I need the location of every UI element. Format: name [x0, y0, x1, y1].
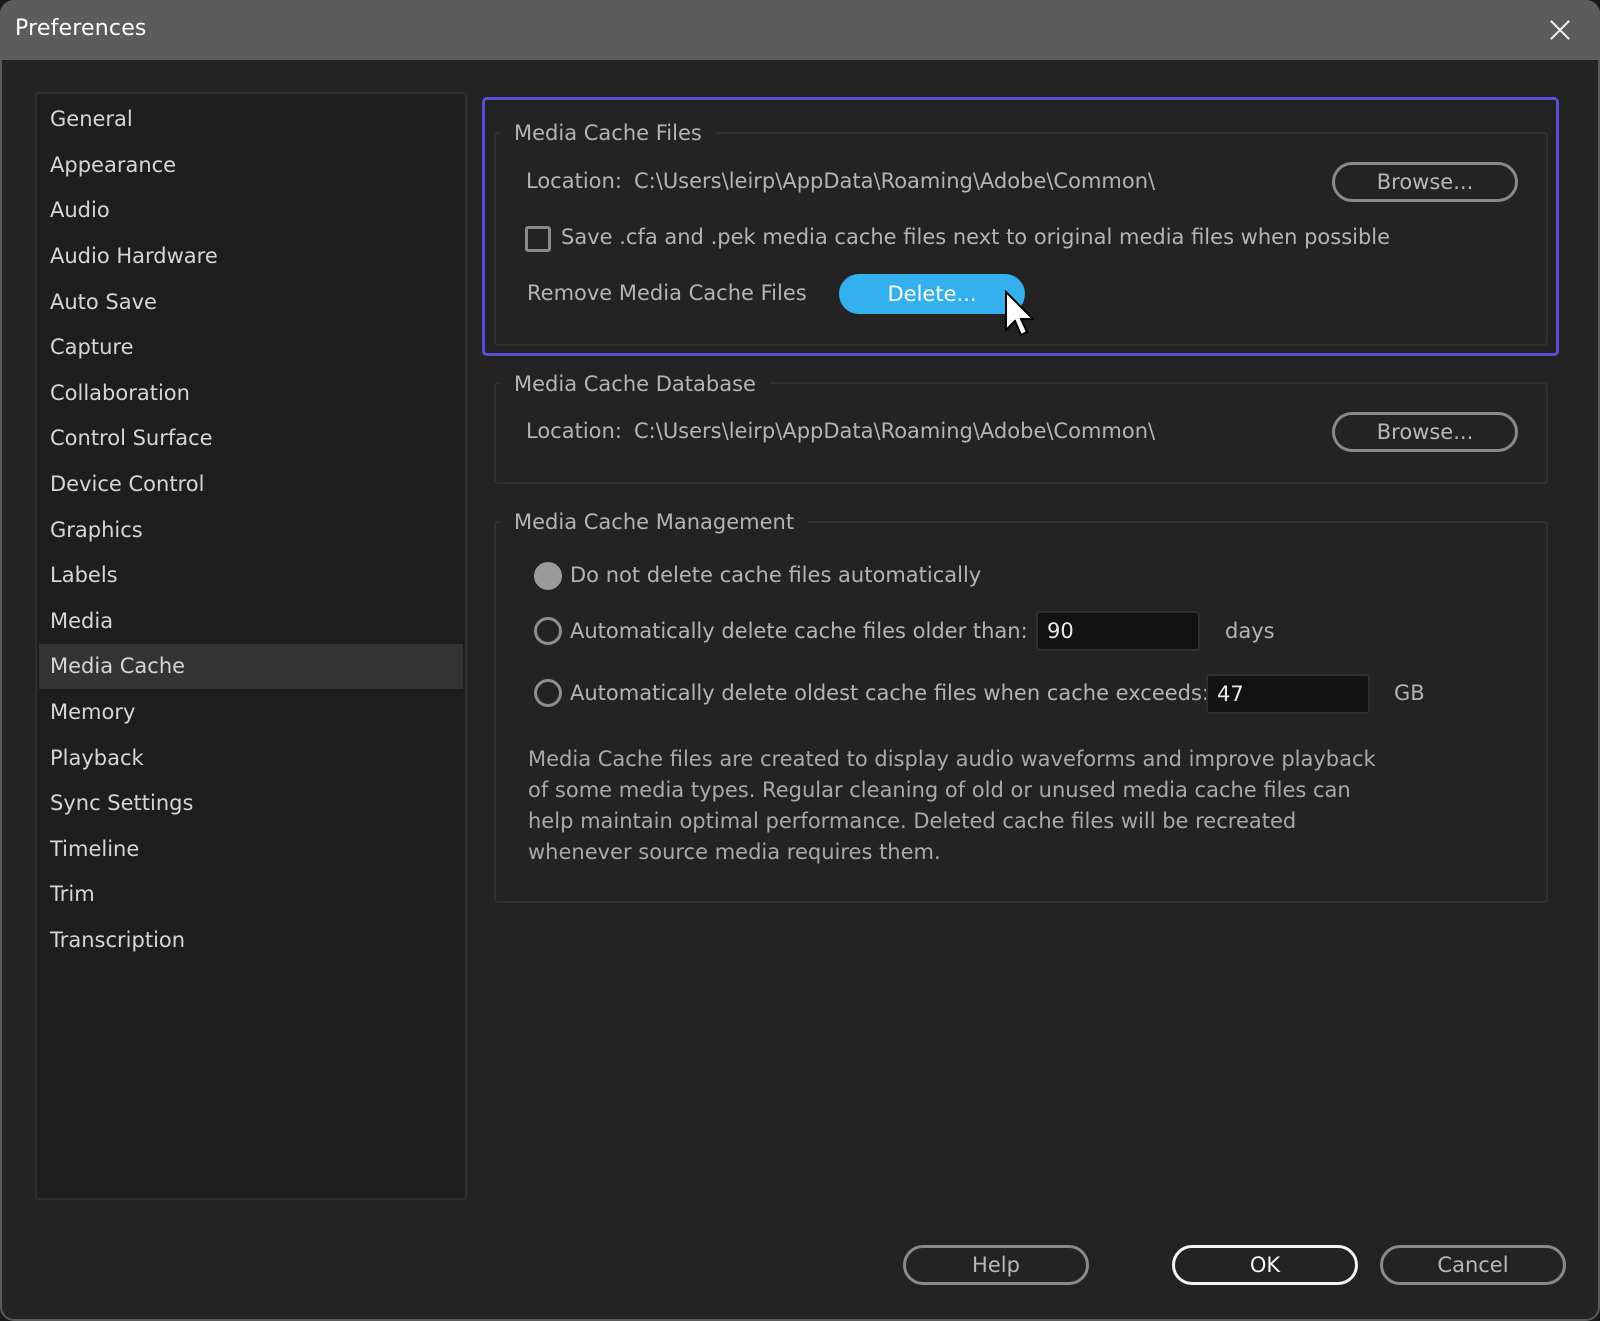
database-browse-button[interactable]: Browse... — [1332, 412, 1518, 452]
media-cache-management-title: Media Cache Management — [500, 508, 809, 536]
preferences-category-list: General Appearance Audio Audio Hardware … — [35, 92, 467, 1200]
save-next-to-original-checkbox[interactable] — [525, 226, 551, 252]
cancel-button[interactable]: Cancel — [1380, 1245, 1566, 1285]
remove-cache-label: Remove Media Cache Files — [527, 281, 807, 305]
sidebar-item-device-control[interactable]: Device Control — [39, 462, 463, 507]
media-cache-database-title: Media Cache Database — [500, 370, 770, 398]
sidebar-item-timeline[interactable]: Timeline — [39, 827, 463, 872]
save-next-to-original-label[interactable]: Save .cfa and .pek media cache files nex… — [561, 225, 1390, 249]
media-cache-description: Media Cache files are created to display… — [528, 747, 1376, 864]
sidebar-item-audio[interactable]: Audio — [39, 188, 463, 233]
files-location-path: C:\Users\leirp\AppData\Roaming\Adobe\Com… — [634, 169, 1156, 193]
sidebar-item-auto-save[interactable]: Auto Save — [39, 280, 463, 325]
sidebar-item-memory[interactable]: Memory — [39, 690, 463, 735]
days-input[interactable]: 90 — [1036, 611, 1200, 651]
radio-delete-older-than[interactable] — [534, 617, 562, 645]
database-location-label: Location: — [526, 419, 622, 443]
close-icon[interactable] — [1546, 16, 1574, 44]
radio-delete-older-than-label[interactable]: Automatically delete cache files older t… — [570, 619, 1028, 643]
gb-unit-label: GB — [1394, 681, 1425, 705]
sidebar-item-labels[interactable]: Labels — [39, 553, 463, 598]
radio-do-not-delete-label[interactable]: Do not delete cache files automatically — [570, 563, 981, 587]
radio-delete-when-exceeds[interactable] — [534, 679, 562, 707]
sidebar-item-general[interactable]: General — [39, 97, 463, 142]
gb-input[interactable]: 47 — [1206, 674, 1370, 714]
radio-delete-when-exceeds-label[interactable]: Automatically delete oldest cache files … — [570, 681, 1209, 705]
window-title: Preferences — [15, 16, 147, 41]
preferences-dialog: Preferences General Appearance Audio Aud… — [0, 0, 1600, 1321]
sidebar-item-media-cache[interactable]: Media Cache — [39, 644, 463, 689]
sidebar-item-audio-hardware[interactable]: Audio Hardware — [39, 234, 463, 279]
delete-cache-button[interactable]: Delete... — [839, 274, 1025, 314]
sidebar-item-capture[interactable]: Capture — [39, 325, 463, 370]
radio-do-not-delete[interactable] — [534, 562, 562, 590]
ok-button[interactable]: OK — [1172, 1245, 1358, 1285]
sidebar-item-sync-settings[interactable]: Sync Settings — [39, 781, 463, 826]
database-location-path: C:\Users\leirp\AppData\Roaming\Adobe\Com… — [634, 419, 1156, 443]
days-unit-label: days — [1225, 619, 1275, 643]
sidebar-item-media[interactable]: Media — [39, 599, 463, 644]
sidebar-item-appearance[interactable]: Appearance — [39, 143, 463, 188]
sidebar-item-playback[interactable]: Playback — [39, 736, 463, 781]
sidebar-item-control-surface[interactable]: Control Surface — [39, 416, 463, 461]
files-location-label: Location: — [526, 169, 622, 193]
sidebar-item-trim[interactable]: Trim — [39, 872, 463, 917]
mouse-pointer-icon — [1005, 290, 1034, 337]
help-button[interactable]: Help — [903, 1245, 1089, 1285]
title-bar[interactable]: Preferences — [0, 0, 1600, 60]
media-cache-files-title: Media Cache Files — [500, 119, 716, 147]
sidebar-item-graphics[interactable]: Graphics — [39, 508, 463, 553]
files-browse-button[interactable]: Browse... — [1332, 162, 1518, 202]
sidebar-item-collaboration[interactable]: Collaboration — [39, 371, 463, 416]
sidebar-item-transcription[interactable]: Transcription — [39, 918, 463, 963]
